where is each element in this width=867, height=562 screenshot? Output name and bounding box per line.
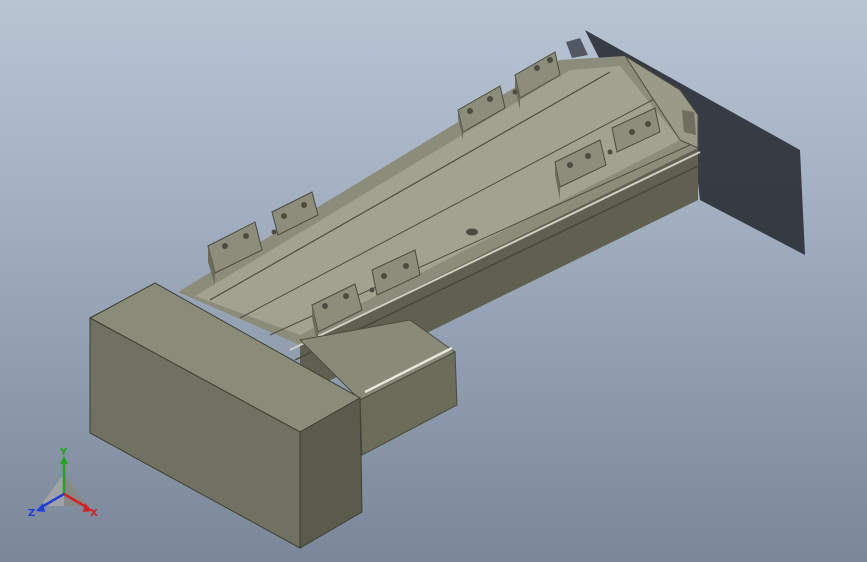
triad-y-label: Y xyxy=(59,447,68,458)
end-cap-notch xyxy=(682,110,696,135)
linear-module-3d-model[interactable] xyxy=(0,0,867,562)
center-hole xyxy=(466,228,478,236)
triad-x-label: X xyxy=(90,508,98,519)
shadow-tab xyxy=(566,38,588,58)
coordinate-triad[interactable]: Y X Z xyxy=(22,446,106,526)
cad-viewport[interactable]: Y X Z xyxy=(0,0,867,562)
triad-z-label: Z xyxy=(28,508,35,519)
